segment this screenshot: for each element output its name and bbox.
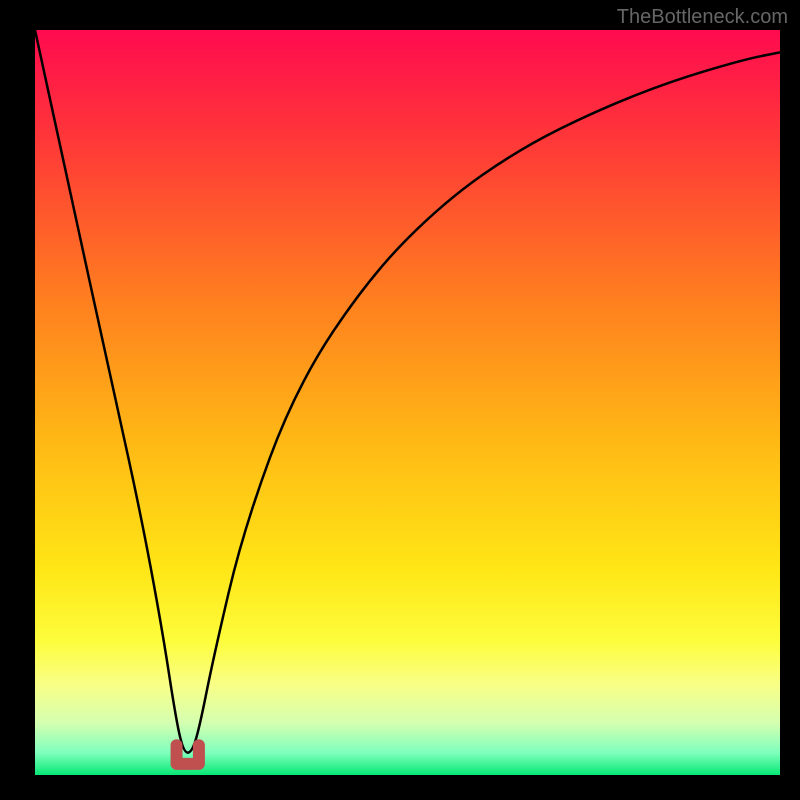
chart-container	[35, 30, 780, 775]
bottleneck-chart	[35, 30, 780, 775]
gradient-background	[35, 30, 780, 775]
watermark-text: TheBottleneck.com	[617, 6, 788, 29]
